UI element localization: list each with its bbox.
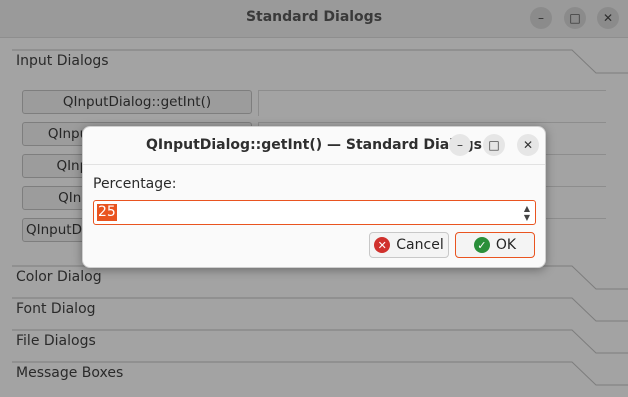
section-label: Input Dialogs xyxy=(16,53,109,69)
ok-check-icon: ✓ xyxy=(473,237,490,253)
percentage-spinbox[interactable]: 25 ▲ ▼ xyxy=(93,200,536,225)
maximize-button[interactable]: □ xyxy=(564,7,586,29)
section-file-dialogs[interactable]: File Dialogs xyxy=(12,326,628,358)
spin-down-icon[interactable]: ▼ xyxy=(524,213,530,222)
cancel-button[interactable]: ✕ Cancel xyxy=(369,232,449,258)
dialog-title: QInputDialog::getInt() — Standard Dialog… xyxy=(146,137,482,153)
dialog-close-button[interactable]: ✕ xyxy=(517,134,539,156)
section-font-dialog[interactable]: Font Dialog xyxy=(12,294,628,326)
title-bar: Standard Dialogs – □ ✕ xyxy=(0,0,628,38)
percentage-label: Percentage: xyxy=(93,176,177,192)
ok-button[interactable]: ✓ OK xyxy=(455,232,535,258)
dialog-minimize-button[interactable]: – xyxy=(449,134,471,156)
section-message-boxes[interactable]: Message Boxes xyxy=(12,358,628,390)
minimize-icon: – xyxy=(538,11,544,25)
dialog-header-divider xyxy=(83,164,545,165)
maximize-icon: □ xyxy=(569,11,581,25)
section-label: Message Boxes xyxy=(16,365,124,381)
section-tab-outline xyxy=(12,329,628,354)
close-button[interactable]: ✕ xyxy=(597,7,619,29)
cancel-label: Cancel xyxy=(396,237,444,253)
section-label: Color Dialog xyxy=(16,269,102,285)
section-label: File Dialogs xyxy=(16,333,96,349)
get-int-result xyxy=(258,90,606,116)
minimize-button[interactable]: – xyxy=(530,7,552,29)
section-label: Font Dialog xyxy=(16,301,96,317)
maximize-icon: □ xyxy=(488,138,500,152)
minimize-icon: – xyxy=(457,138,463,152)
close-icon: ✕ xyxy=(522,138,534,152)
dialog-maximize-button[interactable]: □ xyxy=(483,134,505,156)
ok-label: OK xyxy=(495,237,517,253)
section-tab-outline xyxy=(12,297,628,322)
get-int-button[interactable]: QInputDialog::getInt() xyxy=(22,90,252,114)
section-input-dialogs[interactable]: Input Dialogs xyxy=(12,46,628,78)
input-dialog: QInputDialog::getInt() — Standard Dialog… xyxy=(82,126,546,268)
spinbox-arrows: ▲ ▼ xyxy=(521,202,533,223)
spinbox-value[interactable]: 25 xyxy=(97,204,117,221)
spin-up-icon[interactable]: ▲ xyxy=(524,204,530,213)
close-icon: ✕ xyxy=(602,11,614,25)
cancel-icon: ✕ xyxy=(374,237,391,253)
